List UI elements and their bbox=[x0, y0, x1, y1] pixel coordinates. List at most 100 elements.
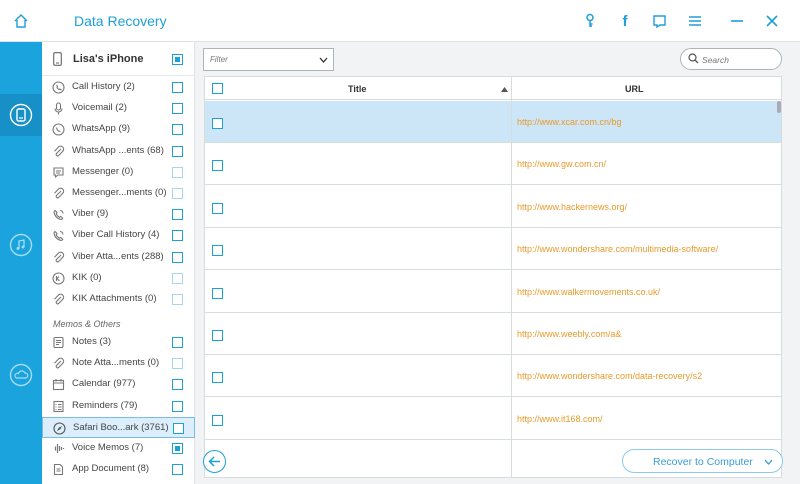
column-url[interactable]: URL bbox=[625, 84, 644, 94]
facebook-button[interactable]: f bbox=[607, 0, 643, 42]
row-checkbox[interactable] bbox=[212, 287, 223, 299]
row-url: http://www.hackernews.org/ bbox=[517, 201, 628, 212]
category-label: KIK (0) bbox=[72, 271, 102, 283]
category-checkbox[interactable] bbox=[172, 124, 183, 136]
row-url: http://www.gw.com.cn/ bbox=[517, 159, 607, 170]
minimize-icon bbox=[731, 20, 743, 22]
notes-icon bbox=[52, 336, 65, 349]
row-checkbox[interactable] bbox=[212, 202, 223, 214]
table-row[interactable]: http://www.weebly.com/a& bbox=[205, 313, 781, 355]
category-checkbox[interactable] bbox=[172, 337, 183, 348]
phone-icon bbox=[53, 52, 62, 66]
category-checkbox[interactable] bbox=[172, 443, 183, 454]
close-button[interactable] bbox=[754, 0, 790, 42]
search-icon bbox=[688, 53, 699, 64]
filter-dropdown[interactable]: Filter bbox=[203, 48, 334, 71]
category-item[interactable]: Voicemail (2) bbox=[42, 98, 195, 119]
main-panel: Filter Search Title URL http://www.xcar.… bbox=[195, 42, 800, 484]
row-checkbox[interactable] bbox=[212, 414, 223, 426]
row-checkbox[interactable] bbox=[212, 160, 223, 172]
table-row[interactable]: http://www.walkermovements.co.uk/ bbox=[205, 271, 781, 313]
category-checkbox[interactable] bbox=[172, 379, 183, 391]
category-checkbox[interactable] bbox=[172, 103, 183, 115]
category-item[interactable]: Viber Call History (4) bbox=[42, 225, 195, 246]
scrollbar-thumb[interactable] bbox=[777, 101, 781, 113]
category-item[interactable]: KIK Attachments (0) bbox=[42, 289, 195, 310]
back-button[interactable] bbox=[203, 450, 226, 473]
table-row[interactable]: http://www.wondershare.com/data-recovery… bbox=[205, 355, 781, 398]
row-url: http://www.walkermovements.co.uk/ bbox=[517, 286, 661, 297]
category-checkbox[interactable] bbox=[172, 145, 183, 157]
itunes-icon bbox=[9, 233, 33, 257]
attachment-icon bbox=[52, 357, 65, 370]
category-checkbox[interactable] bbox=[172, 464, 183, 476]
category-item[interactable]: Viber (9) bbox=[42, 204, 195, 225]
row-checkbox[interactable] bbox=[212, 118, 223, 129]
category-item[interactable]: Viber Atta...ents (288) bbox=[42, 247, 195, 268]
rail-icloud-button[interactable] bbox=[0, 354, 42, 396]
device-header: Lisa's iPhone bbox=[42, 42, 195, 76]
table-row[interactable]: http://www.hackernews.org/ bbox=[205, 186, 781, 228]
category-item[interactable]: Messenger...ments (0) bbox=[42, 183, 195, 204]
table-row[interactable]: http://www.xcar.com.cn/bg bbox=[205, 101, 781, 143]
category-item[interactable]: Calendar (977) bbox=[42, 374, 195, 395]
row-url: http://www.xcar.com.cn/bg bbox=[517, 117, 622, 127]
viber-icon bbox=[52, 229, 65, 242]
category-item[interactable]: Call History (2) bbox=[42, 77, 195, 98]
category-checkbox[interactable] bbox=[172, 82, 183, 93]
mode-rail bbox=[0, 42, 42, 484]
viber-icon bbox=[52, 208, 65, 221]
category-checkbox[interactable] bbox=[172, 294, 183, 305]
select-all-checkbox[interactable] bbox=[172, 54, 183, 65]
header-checkbox[interactable] bbox=[212, 83, 223, 94]
minimize-button[interactable] bbox=[719, 0, 755, 42]
table-row[interactable]: http://www.it168.com/ bbox=[205, 398, 781, 440]
row-url: http://www.wondershare.com/data-recovery… bbox=[517, 371, 703, 382]
menu-button[interactable] bbox=[677, 0, 713, 42]
category-label: Calendar (977) bbox=[72, 378, 136, 390]
table-row[interactable]: http://www.gw.com.cn/ bbox=[205, 143, 781, 186]
home-button[interactable] bbox=[0, 0, 42, 42]
category-checkbox[interactable] bbox=[172, 166, 183, 178]
category-checkbox[interactable] bbox=[172, 209, 183, 221]
category-item[interactable]: Note Atta...ments (0) bbox=[42, 353, 195, 374]
category-label: Viber Atta...ents (288) bbox=[72, 250, 164, 262]
category-checkbox[interactable] bbox=[172, 400, 183, 412]
category-checkbox[interactable] bbox=[172, 358, 183, 370]
column-title[interactable]: Title bbox=[348, 84, 366, 94]
row-checkbox[interactable] bbox=[212, 245, 223, 257]
column-divider bbox=[511, 77, 512, 477]
category-label: Voice Memos (7) bbox=[72, 442, 144, 453]
category-item[interactable]: Notes (3) bbox=[42, 332, 195, 353]
category-label: WhatsApp ...ents (68) bbox=[72, 144, 164, 156]
category-item[interactable]: App Document (8) bbox=[42, 459, 195, 480]
attachment-icon bbox=[52, 145, 65, 158]
category-item[interactable]: KIK (0) bbox=[42, 268, 195, 289]
category-checkbox[interactable] bbox=[172, 272, 183, 284]
attachment-icon bbox=[52, 293, 65, 306]
key-button[interactable] bbox=[572, 0, 608, 42]
category-checkbox[interactable] bbox=[172, 230, 183, 242]
row-checkbox[interactable] bbox=[212, 372, 223, 384]
rail-itunes-button[interactable] bbox=[0, 224, 42, 266]
category-item[interactable]: WhatsApp ...ents (68) bbox=[42, 141, 195, 162]
category-item[interactable]: Messenger (0) bbox=[42, 162, 195, 183]
category-checkbox[interactable] bbox=[173, 422, 184, 434]
sort-asc-icon[interactable] bbox=[501, 87, 508, 92]
category-checkbox[interactable] bbox=[172, 188, 183, 199]
search-input[interactable]: Search bbox=[680, 48, 782, 70]
category-item[interactable]: Voice Memos (7) bbox=[42, 438, 195, 459]
feedback-button[interactable] bbox=[641, 0, 677, 42]
arrow-left-icon bbox=[208, 456, 220, 467]
category-item[interactable]: WhatsApp (9) bbox=[42, 119, 195, 140]
table-row[interactable]: http://www.wondershare.com/multimedia-so… bbox=[205, 228, 781, 271]
recover-to-computer-button[interactable]: Recover to Computer bbox=[622, 449, 783, 473]
chevron-down-icon[interactable] bbox=[764, 459, 773, 465]
row-url: http://www.wondershare.com/multimedia-so… bbox=[517, 244, 719, 255]
category-checkbox[interactable] bbox=[172, 251, 183, 263]
facebook-icon: f bbox=[622, 12, 628, 30]
rail-device-button[interactable] bbox=[0, 94, 42, 136]
row-checkbox[interactable] bbox=[212, 330, 223, 341]
category-item[interactable]: Safari Boo...ark (3761) bbox=[42, 416, 195, 438]
category-item[interactable]: Reminders (79) bbox=[42, 396, 195, 417]
